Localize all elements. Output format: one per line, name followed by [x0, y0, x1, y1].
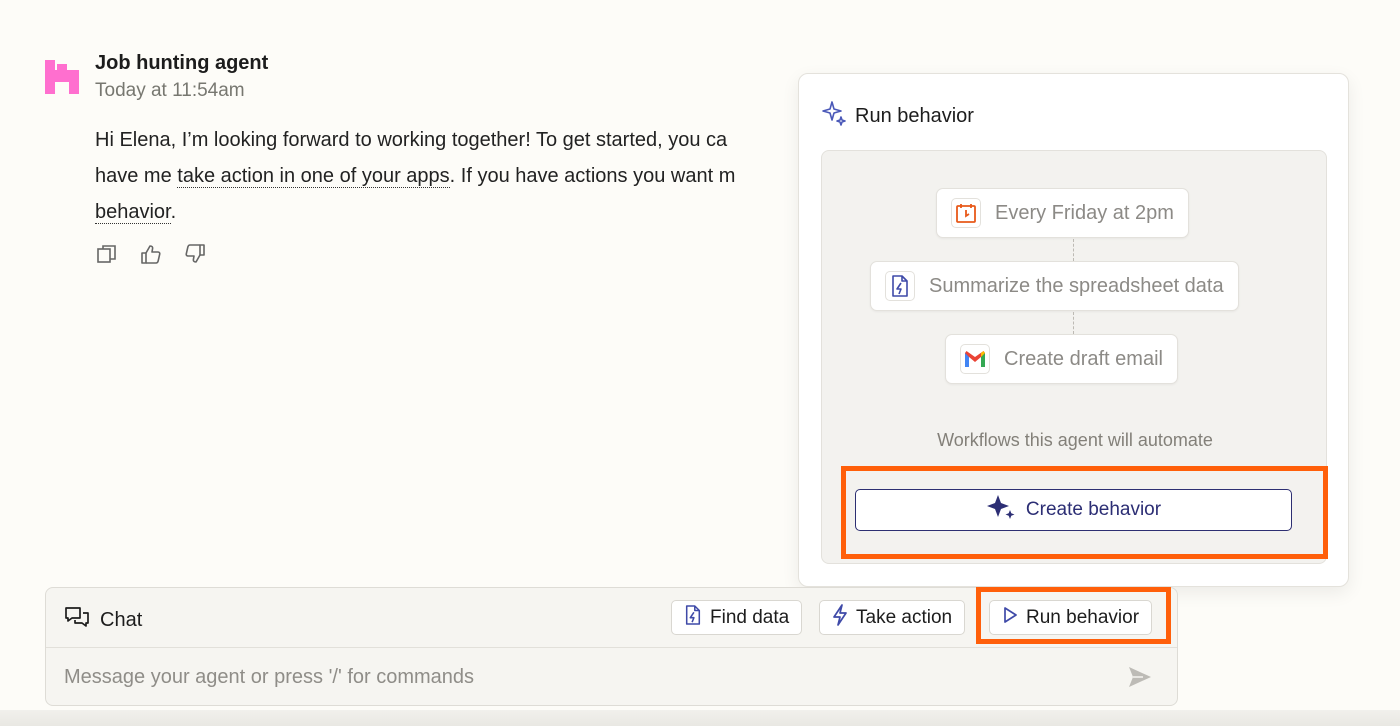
send-icon[interactable]: [1127, 664, 1153, 690]
calendar-icon: [951, 198, 981, 228]
document-bolt-icon: [885, 271, 915, 301]
thumbs-up-icon[interactable]: [139, 242, 163, 266]
page: Job hunting agent Today at 11:54am Hi El…: [0, 0, 1400, 726]
bolt-icon: [832, 603, 848, 632]
take-action-label: Take action: [856, 606, 953, 628]
message-input[interactable]: [64, 662, 1114, 692]
message-text: Hi Elena, I’m looking forward to working…: [95, 129, 728, 151]
behavior-link[interactable]: behavior: [95, 201, 171, 224]
document-bolt-icon: [684, 604, 702, 631]
highlight-create-behavior: [841, 466, 1328, 559]
take-action-link[interactable]: take action in one of your apps: [177, 165, 450, 188]
message-actions: [95, 242, 207, 266]
message-text: .: [170, 201, 177, 223]
chat-bubbles-icon: [64, 605, 90, 635]
message-timestamp: Today at 11:54am: [95, 80, 245, 101]
step-label: Every Friday at 2pm: [995, 201, 1174, 224]
workflow-step-email: Create draft email: [945, 334, 1178, 384]
highlight-run-behavior: [976, 587, 1171, 644]
popover-title: Run behavior: [821, 100, 974, 132]
thumbs-down-icon[interactable]: [183, 242, 207, 266]
find-data-button[interactable]: Find data: [671, 600, 803, 635]
copy-icon[interactable]: [95, 242, 119, 266]
message-text: . If you have actions you want m: [449, 165, 736, 187]
workflow-step-trigger: Every Friday at 2pm: [936, 188, 1189, 238]
popover-title-text: Run behavior: [855, 104, 974, 127]
take-action-button[interactable]: Take action: [819, 600, 966, 635]
step-label: Summarize the spreadsheet data: [929, 274, 1224, 297]
chat-mode-label: Chat: [64, 605, 142, 635]
agent-avatar-logo: [45, 60, 79, 94]
message-text: have me: [95, 165, 178, 187]
chat-label-text: Chat: [100, 608, 143, 631]
step-connector: [1073, 239, 1074, 261]
sparkle-outline-icon: [821, 100, 847, 132]
gmail-icon: [960, 344, 990, 374]
step-label: Create draft email: [1004, 347, 1163, 370]
workflow-caption: Workflows this agent will automate: [937, 430, 1213, 450]
workflow-step-summarize: Summarize the spreadsheet data: [870, 261, 1239, 311]
bottom-edge: [0, 710, 1400, 726]
agent-message: Hi Elena, I’m looking forward to working…: [95, 122, 815, 230]
agent-name: Job hunting agent: [95, 52, 269, 74]
find-data-label: Find data: [710, 606, 790, 628]
step-connector: [1073, 312, 1074, 334]
